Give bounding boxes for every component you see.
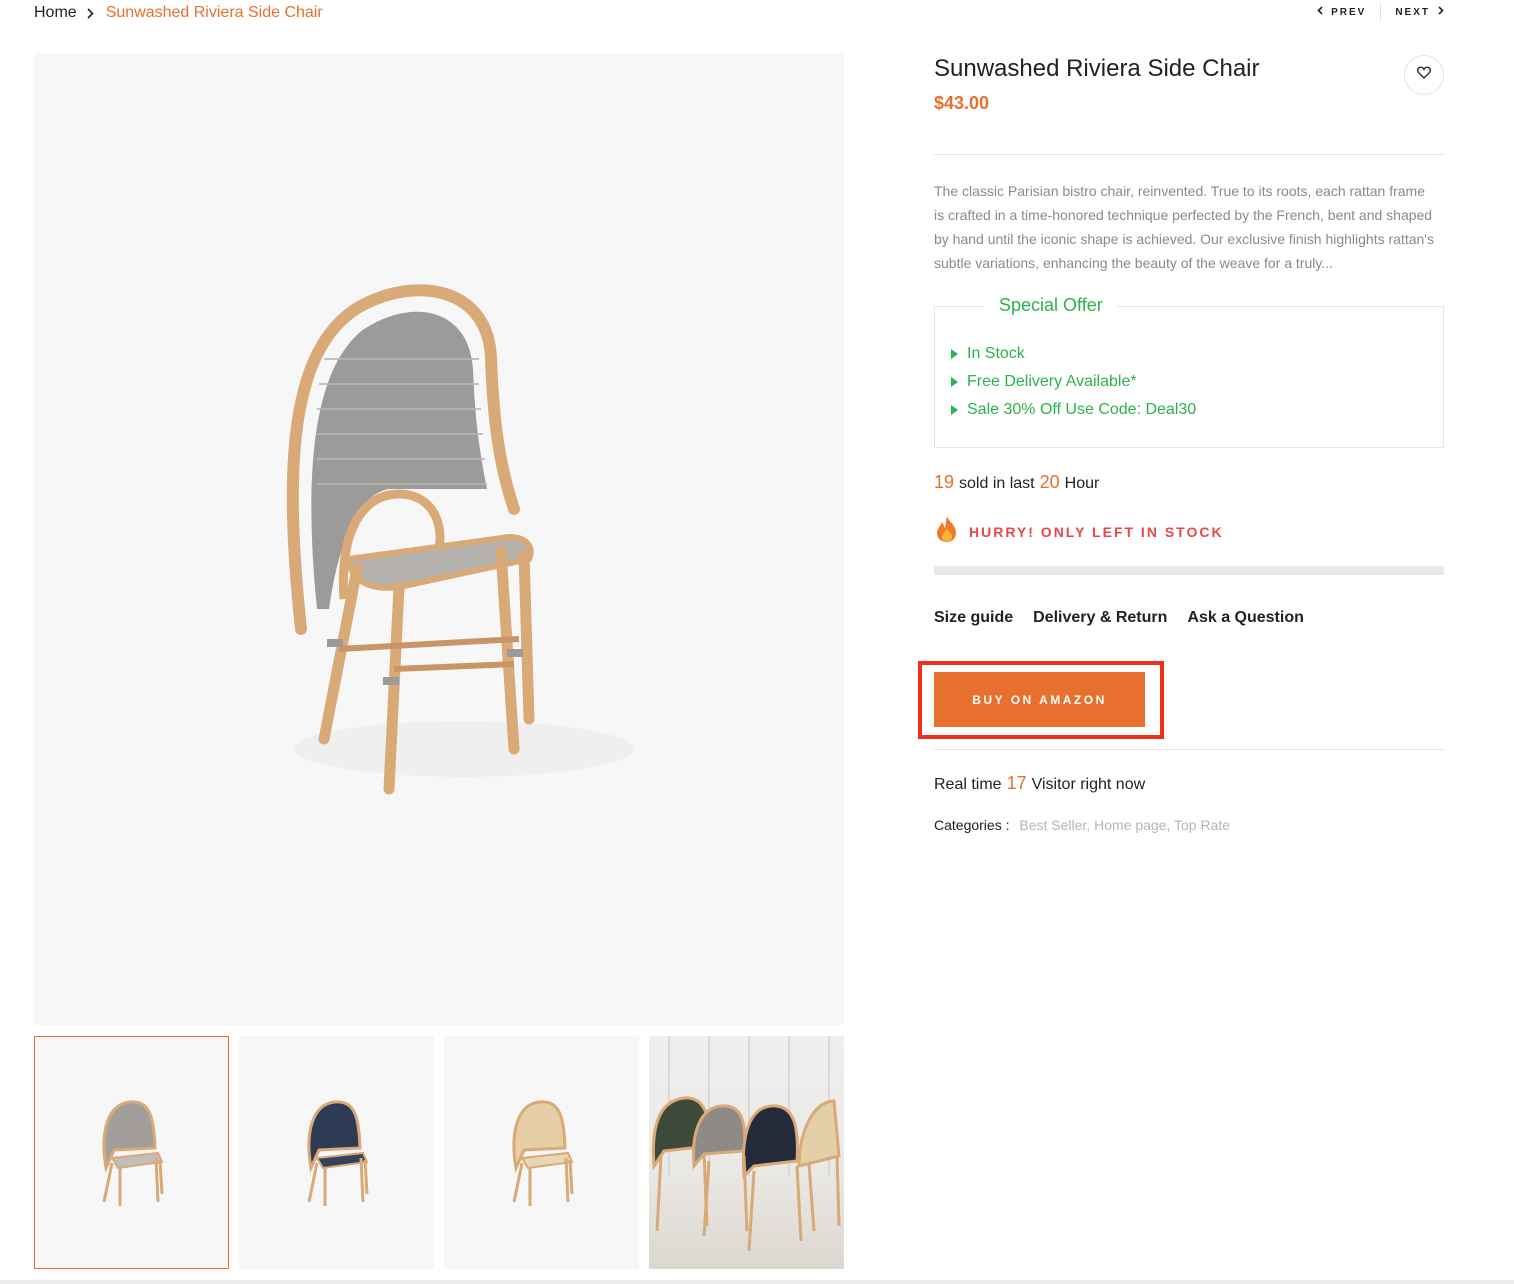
offer-item-label: Sale 30% Off Use Code: Deal30 [967, 401, 1197, 418]
categories: Categories : Best Seller, Home page, Top… [934, 817, 1230, 833]
chevron-right-icon [1438, 6, 1444, 18]
prev-label: PREV [1331, 6, 1367, 18]
visitor-count: 17 [1006, 773, 1027, 793]
heart-icon [1417, 66, 1431, 84]
page-bottom-border [0, 1280, 1514, 1284]
breadcrumb-current: Sunwashed Riviera Side Chair [105, 4, 323, 21]
offer-list: In Stock Free Delivery Available* Sale 3… [951, 340, 1196, 424]
triangle-right-icon [951, 405, 958, 415]
triangle-right-icon [951, 377, 958, 387]
wishlist-button[interactable] [1404, 55, 1444, 95]
nav-divider [1380, 4, 1382, 20]
buy-on-amazon-button[interactable]: BUY ON AMAZON [934, 672, 1145, 727]
realtime-prefix: Real time [934, 776, 1002, 793]
product-navigation: PREV NEXT [1317, 4, 1444, 20]
categories-label: Categories : [934, 817, 1010, 833]
hurry-text: HURRY! ONLY LEFT IN STOCK [969, 523, 1224, 540]
thumbnail-strip [34, 1036, 844, 1269]
chair-thumbnail-image [101, 1099, 163, 1206]
chair-image [286, 284, 634, 795]
prev-button[interactable]: PREV [1317, 6, 1366, 18]
chevron-left-icon [1317, 6, 1323, 18]
special-offer-box: Special Offer In Stock Free Delivery Ava… [934, 295, 1444, 448]
chair-thumbnail-image [511, 1099, 573, 1206]
offer-item: Free Delivery Available* [951, 368, 1196, 396]
divider [934, 154, 1444, 155]
thumbnail-chairs-group[interactable] [649, 1036, 844, 1269]
offer-item-label: Free Delivery Available* [967, 373, 1137, 390]
realtime-suffix: Visitor right now [1031, 776, 1146, 793]
stock-progress-bar [934, 566, 1444, 575]
sold-counter: 19 sold in last 20 Hour [934, 472, 1444, 493]
breadcrumb-home-link[interactable]: Home [34, 4, 77, 22]
buy-button-highlight: BUY ON AMAZON [918, 661, 1164, 739]
realtime-visitors: Real time 17 Visitor right now [934, 773, 1145, 794]
main-product-image[interactable] [34, 53, 844, 1025]
size-guide-link[interactable]: Size guide [934, 609, 1013, 627]
hurry-notice: HURRY! ONLY LEFT IN STOCK [934, 515, 1444, 548]
product-summary: Sunwashed Riviera Side Chair $43.00 The … [918, 53, 1444, 833]
offer-item: In Stock [951, 340, 1196, 368]
product-price: $43.00 [934, 93, 990, 113]
thumbnail-gray-chair[interactable] [34, 1036, 229, 1269]
product-description: The classic Parisian bistro chair, reinv… [934, 183, 1434, 271]
delivery-return-link[interactable]: Delivery & Return [1033, 609, 1167, 627]
sold-hours: 20 [1039, 472, 1060, 492]
thumbnail-navy-chair[interactable] [239, 1036, 434, 1269]
divider [934, 749, 1444, 750]
next-button[interactable]: NEXT [1395, 6, 1444, 18]
special-offer-title: Special Offer [985, 295, 1117, 316]
sold-unit: Hour [1064, 475, 1100, 492]
chair-thumbnail-image [306, 1099, 368, 1206]
product-links: Size guide Delivery & Return Ask a Quest… [934, 609, 1444, 627]
chevron-right-icon [87, 7, 94, 19]
sold-count: 19 [934, 472, 955, 492]
fire-icon [934, 515, 960, 548]
thumbnail-natural-chair[interactable] [444, 1036, 639, 1269]
chairs-scene-image [651, 1036, 841, 1252]
ask-question-link[interactable]: Ask a Question [1187, 609, 1303, 627]
next-label: NEXT [1395, 6, 1430, 18]
sold-text: sold in last [959, 475, 1035, 492]
offer-item-label: In Stock [967, 345, 1025, 362]
offer-item: Sale 30% Off Use Code: Deal30 [951, 396, 1196, 424]
product-title: Sunwashed Riviera Side Chair [934, 55, 1260, 82]
categories-values[interactable]: Best Seller, Home page, Top Rate [1019, 817, 1230, 833]
breadcrumb: Home Sunwashed Riviera Side Chair [34, 2, 323, 24]
triangle-right-icon [951, 349, 958, 359]
